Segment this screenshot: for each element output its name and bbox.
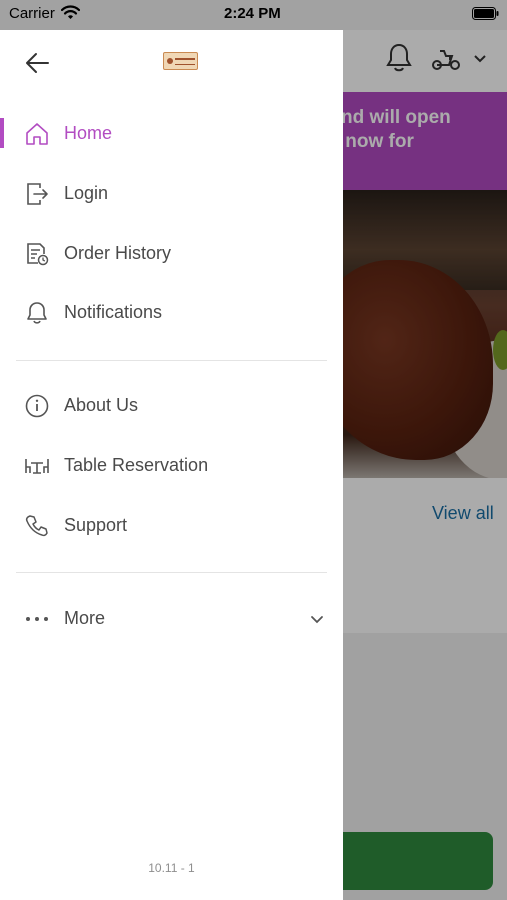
menu-item-login[interactable]: Login — [0, 169, 343, 221]
phone-icon — [25, 515, 48, 537]
side-drawer: Home Login Order History Notifications A… — [0, 30, 343, 900]
menu-divider — [16, 572, 327, 573]
arrow-left-icon[interactable] — [24, 51, 50, 75]
order-history-icon — [27, 243, 49, 266]
menu-item-label: Order History — [64, 243, 172, 263]
restaurant-logo — [163, 52, 198, 70]
chevron-down-icon — [311, 616, 323, 624]
table-icon — [25, 459, 49, 474]
ellipsis-icon — [26, 617, 48, 621]
menu-item-label: Home — [64, 123, 113, 143]
login-icon — [27, 183, 48, 205]
app-version: 10.11 - 1 — [148, 861, 195, 875]
menu-item-label: More — [64, 608, 106, 628]
status-time: 2:24 PM — [224, 5, 281, 22]
menu-item-label: Table Reservation — [64, 455, 209, 475]
home-icon — [26, 123, 48, 145]
status-bar: Carrier 2:24 PM — [0, 0, 507, 30]
menu-divider — [16, 360, 327, 361]
menu-item-label: About Us — [64, 395, 139, 415]
menu-item-label: Login — [64, 183, 109, 203]
wifi-icon — [61, 5, 80, 19]
menu-item-label: Support — [64, 515, 128, 535]
menu-item-order-history[interactable]: Order History — [0, 229, 343, 281]
menu-item-about-us[interactable]: About Us — [0, 381, 343, 433]
menu-item-more[interactable]: More — [0, 594, 343, 646]
app-screen: ed and will open rder now for View all C… — [0, 0, 507, 900]
menu-item-table-reservation[interactable]: Table Reservation — [0, 441, 343, 493]
bell-icon — [27, 302, 47, 324]
carrier-label: Carrier — [9, 5, 55, 22]
info-icon — [25, 394, 49, 418]
menu-item-home[interactable]: Home — [0, 109, 343, 161]
battery-icon — [472, 7, 499, 20]
menu-item-support[interactable]: Support — [0, 501, 343, 553]
menu-item-label: Notifications — [64, 302, 163, 322]
menu-item-notifications[interactable]: Notifications — [0, 288, 343, 340]
